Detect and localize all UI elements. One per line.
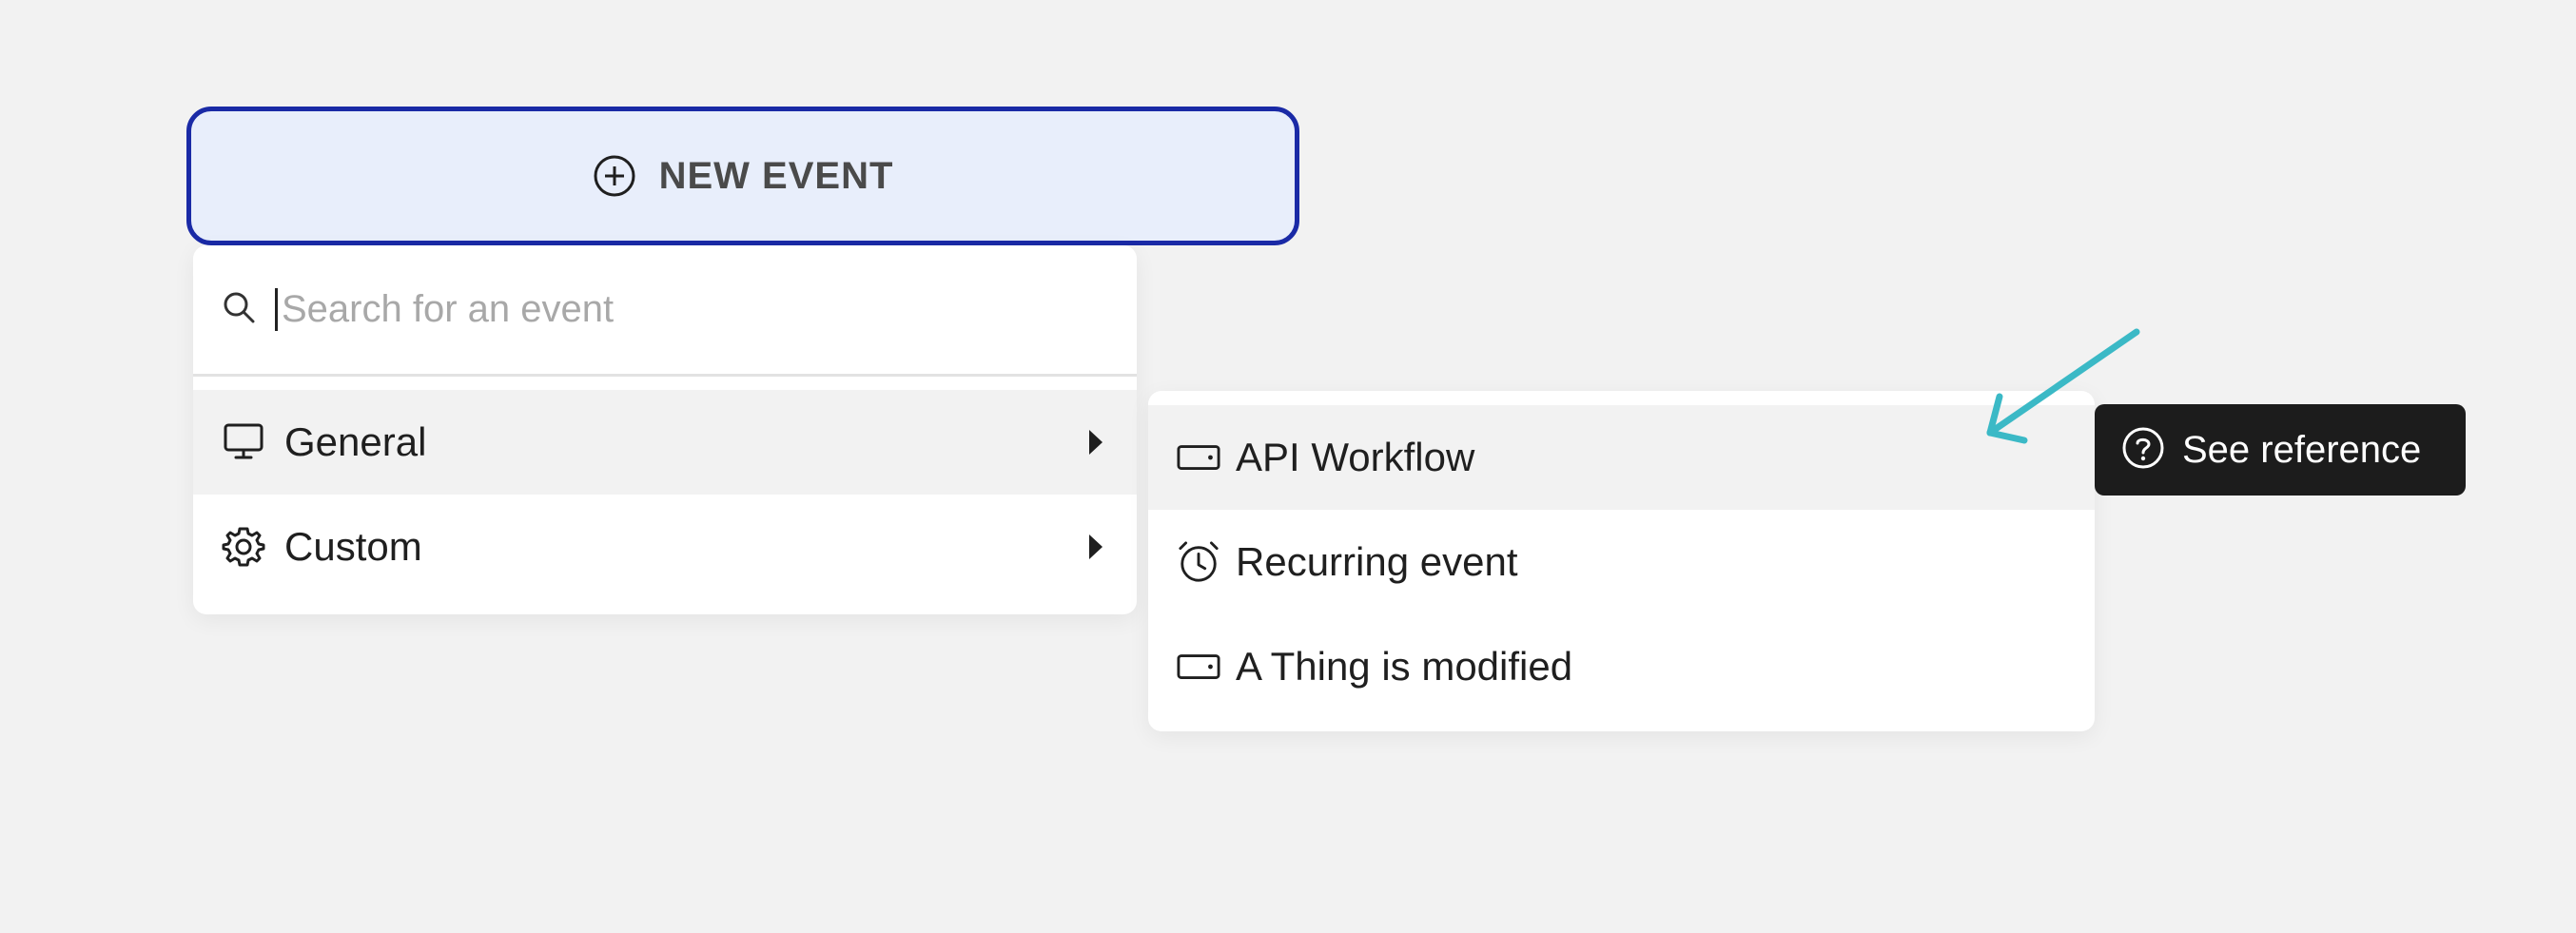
caret-right-icon [1089,430,1103,455]
search-row [193,245,1137,377]
menu-item-label: General [284,419,427,464]
see-reference-label: See reference [2182,428,2422,471]
server-icon [1177,645,1220,689]
menu-item-general[interactable]: General [193,390,1137,495]
general-submenu: API Workflow Recurring event A Thing is … [1148,391,2095,731]
caret-right-icon [1089,535,1103,559]
server-icon [1177,436,1220,479]
submenu-item-label: A Thing is modified [1236,644,1573,689]
submenu-item-label: Recurring event [1236,539,1518,584]
event-dropdown: General Custom [193,245,1137,614]
new-event-label: NEW EVENT [658,154,894,197]
submenu-item-api-workflow[interactable]: API Workflow [1148,405,2095,510]
event-picker-stage: NEW EVENT General [0,0,2576,933]
question-circle-icon [2121,426,2165,475]
alarm-clock-icon [1177,540,1220,584]
new-event-button[interactable]: NEW EVENT [186,107,1299,245]
monitor-icon [222,420,265,464]
submenu-item-recurring-event[interactable]: Recurring event [1148,510,2095,614]
search-icon [222,290,256,329]
search-input[interactable] [275,288,1005,331]
plus-circle-icon [593,154,636,198]
submenu-item-label: API Workflow [1236,435,1475,479]
see-reference-tooltip[interactable]: See reference [2095,404,2466,496]
gear-icon [222,525,265,569]
menu-item-label: Custom [284,524,422,569]
submenu-item-thing-modified[interactable]: A Thing is modified [1148,614,2095,719]
menu-item-custom[interactable]: Custom [193,495,1137,599]
